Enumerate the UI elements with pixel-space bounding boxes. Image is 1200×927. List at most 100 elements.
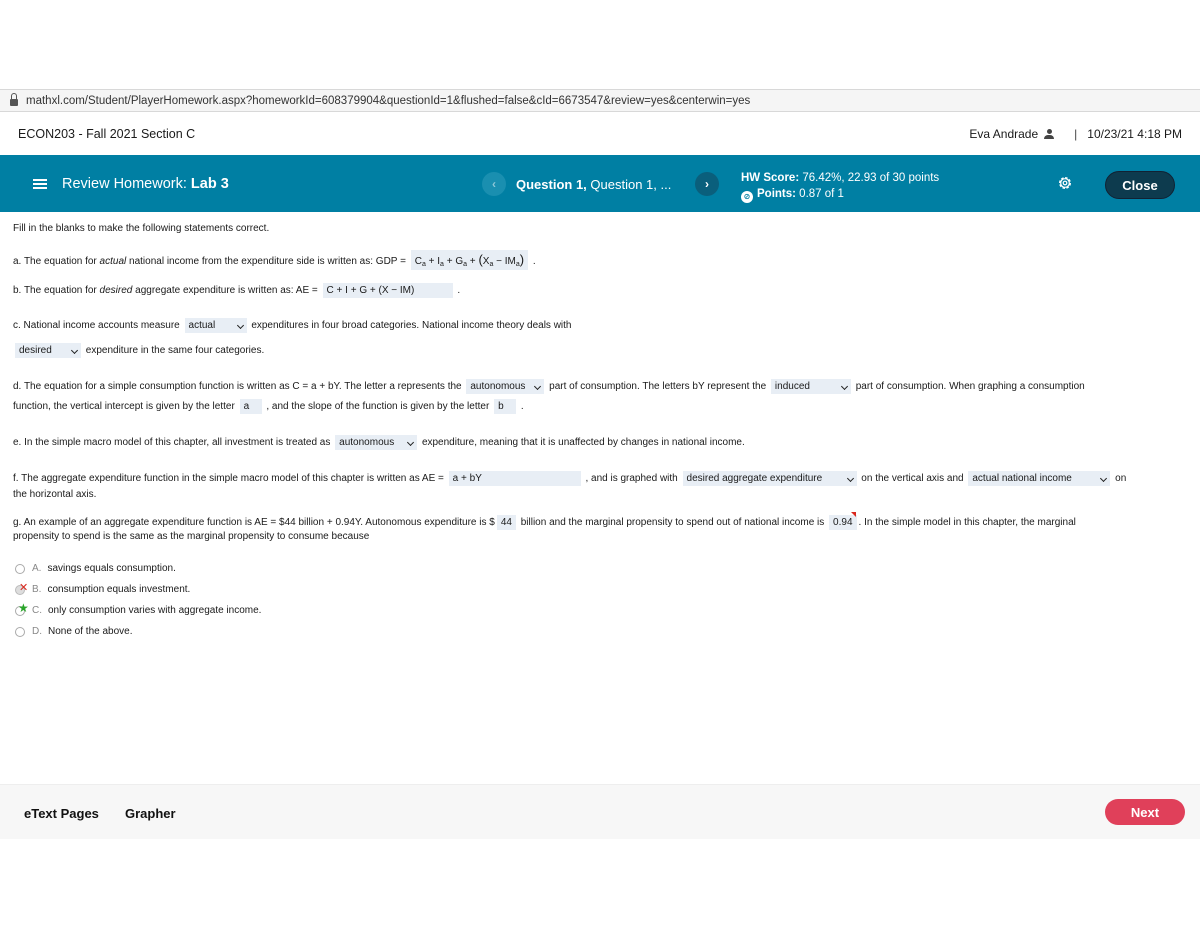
question-intro: Fill in the blanks to make the following… — [13, 223, 270, 234]
feedback-flag-icon — [850, 512, 856, 517]
option-text: only consumption varies with aggregate i… — [48, 605, 262, 616]
statement-f-line-1: f. The aggregate expenditure function in… — [13, 471, 1126, 486]
statement-g-text-2: billion and the marginal propensity to s… — [520, 517, 825, 528]
next-question-button[interactable]: › — [695, 172, 719, 196]
answer-option-correct[interactable]: ★ C. only consumption varies with aggreg… — [15, 601, 262, 616]
incorrect-x-icon: ✕ — [19, 581, 29, 594]
datetime: 10/23/21 4:18 PM — [1087, 127, 1182, 141]
option-text: None of the above. — [48, 626, 133, 637]
statement-a-end: . — [532, 256, 536, 267]
question-content: Fill in the blanks to make the following… — [0, 212, 1200, 784]
user-info: Eva Andrade | 10/23/21 4:18 PM — [969, 127, 1182, 141]
question-number: Question 1, — [516, 177, 587, 192]
mps-answer-value: 0.94 — [833, 517, 853, 528]
gdp-answer-c: C — [414, 256, 422, 267]
settings-gear-icon[interactable] — [1057, 175, 1073, 191]
intercept-answer[interactable]: a — [239, 399, 262, 414]
statement-e-text-1: e. In the simple macro model of this cha… — [13, 437, 331, 448]
dropdown-actual[interactable]: actual — [184, 318, 247, 333]
statement-c-line-2: desired expenditure in the same four cat… — [13, 343, 264, 358]
grapher-link[interactable]: Grapher — [125, 806, 176, 821]
statement-d-line-2: function, the vertical intercept is give… — [13, 399, 524, 414]
radio-button[interactable] — [15, 626, 25, 637]
chevron-down-icon — [840, 382, 848, 391]
user-name[interactable]: Eva Andrade — [969, 127, 1038, 141]
statement-g-text-1: g. An example of an aggregate expenditur… — [13, 517, 495, 528]
mps-answer[interactable]: 0.94 — [829, 512, 857, 530]
ae-function-answer[interactable]: a + bY — [448, 471, 581, 486]
etext-pages-link[interactable]: eText Pages — [24, 806, 99, 821]
url-text: mathxl.com/Student/PlayerHomework.aspx?h… — [26, 94, 751, 107]
dropdown-investment-type-value: autonomous — [339, 437, 395, 448]
dropdown-investment-type[interactable]: autonomous — [335, 435, 418, 450]
autonomous-expenditure-answer[interactable]: 44 — [496, 515, 516, 530]
user-icon — [1044, 129, 1055, 139]
dropdown-vertical-axis[interactable]: desired aggregate expenditure — [682, 471, 857, 486]
menu-icon[interactable] — [33, 179, 47, 189]
homework-title-name: Lab 3 — [190, 176, 229, 192]
dropdown-induced[interactable]: induced — [770, 379, 851, 394]
ae-equation-answer[interactable]: C + I + G + (X − IM) — [322, 283, 453, 298]
statement-d-line-1: d. The equation for a simple consumption… — [13, 379, 1085, 394]
close-button[interactable]: Close — [1105, 171, 1175, 199]
dropdown-vertical-axis-value: desired aggregate expenditure — [686, 473, 823, 484]
radio-button[interactable]: ✕ — [15, 582, 28, 595]
question-subtitle: Question 1, ... — [586, 177, 672, 192]
lock-icon — [10, 93, 18, 106]
chevron-down-icon — [236, 321, 244, 330]
radio-button[interactable] — [15, 563, 25, 574]
statement-f-text-3: on the vertical axis and — [861, 473, 964, 484]
statement-f-text-1: f. The aggregate expenditure function in… — [13, 473, 444, 484]
partial-credit-icon: ⊘ — [741, 191, 753, 203]
statement-d-text-4: function, the vertical intercept is give… — [13, 401, 235, 412]
homework-header: Review Homework: Lab 3 ‹ Question 1, Que… — [0, 155, 1200, 212]
statement-a: a. The equation for actual national inco… — [13, 250, 536, 270]
statement-b-end: . — [457, 285, 461, 296]
correct-star-icon: ★ — [18, 600, 29, 615]
gdp-equation-answer[interactable]: Ca + Ia + Ga + (Xa − IMa) — [410, 250, 529, 270]
next-button[interactable]: Next — [1105, 799, 1185, 825]
chevron-down-icon — [70, 346, 79, 355]
statement-c-text-1: c. National income accounts measure — [13, 320, 180, 331]
option-letter: D. — [32, 626, 42, 637]
answer-option[interactable]: D. None of the above. — [15, 626, 133, 637]
statement-c-text-2: expenditures in four broad categories. N… — [251, 320, 572, 331]
answer-option-selected[interactable]: ✕ B. consumption equals investment. — [15, 582, 191, 595]
previous-question-button[interactable]: ‹ — [482, 172, 506, 196]
statement-a-text-1: a. The equation for — [13, 256, 100, 267]
option-letter: C. — [32, 605, 42, 616]
homework-title: Review Homework: Lab 3 — [62, 176, 229, 192]
statement-d-end: . — [520, 401, 524, 412]
dropdown-horizontal-axis[interactable]: actual national income — [968, 471, 1111, 486]
statement-c-line-1: c. National income accounts measure actu… — [13, 318, 572, 333]
statement-c-text-3: expenditure in the same four categories. — [85, 345, 265, 356]
chevron-down-icon — [846, 474, 854, 483]
statement-d-text-1: d. The equation for a simple consumption… — [13, 381, 462, 392]
chevron-down-icon — [534, 382, 542, 391]
dropdown-actual-value: actual — [188, 320, 216, 331]
dropdown-horizontal-axis-value: actual national income — [972, 473, 1072, 484]
statement-d-text-2: part of consumption. The letters bY repr… — [549, 381, 767, 392]
question-selector[interactable]: Question 1, Question 1, ... — [516, 177, 671, 192]
statement-a-emphasis: actual — [99, 256, 127, 267]
footer-toolbar: eText Pages Grapher Next — [0, 784, 1200, 839]
score-panel: HW Score: 76.42%, 22.93 of 30 points ⊘ Po… — [741, 170, 939, 203]
statement-e: e. In the simple macro model of this cha… — [13, 435, 745, 450]
option-text: consumption equals investment. — [47, 584, 191, 595]
slope-answer[interactable]: b — [494, 399, 517, 414]
statement-g-line-2: propensity to spend is the same as the m… — [13, 531, 370, 542]
statement-f-text-4: on — [1115, 473, 1127, 484]
address-bar[interactable]: mathxl.com/Student/PlayerHomework.aspx?h… — [0, 89, 1200, 112]
statement-f-text-2: , and is graphed with — [585, 473, 678, 484]
option-text: savings equals consumption. — [47, 563, 176, 574]
chevron-down-icon — [1100, 474, 1108, 483]
points-label: Points: — [757, 188, 796, 200]
points-value: 0.87 of 1 — [795, 188, 844, 200]
course-title: ECON203 - Fall 2021 Section C — [18, 127, 196, 141]
option-letter: B. — [32, 584, 42, 595]
dropdown-autonomous[interactable]: autonomous — [466, 379, 545, 394]
dropdown-desired[interactable]: desired — [15, 343, 81, 358]
answer-option[interactable]: A. savings equals consumption. — [15, 563, 176, 574]
radio-button[interactable]: ★ — [15, 601, 29, 616]
statement-b-text-1: b. The equation for — [13, 285, 100, 296]
